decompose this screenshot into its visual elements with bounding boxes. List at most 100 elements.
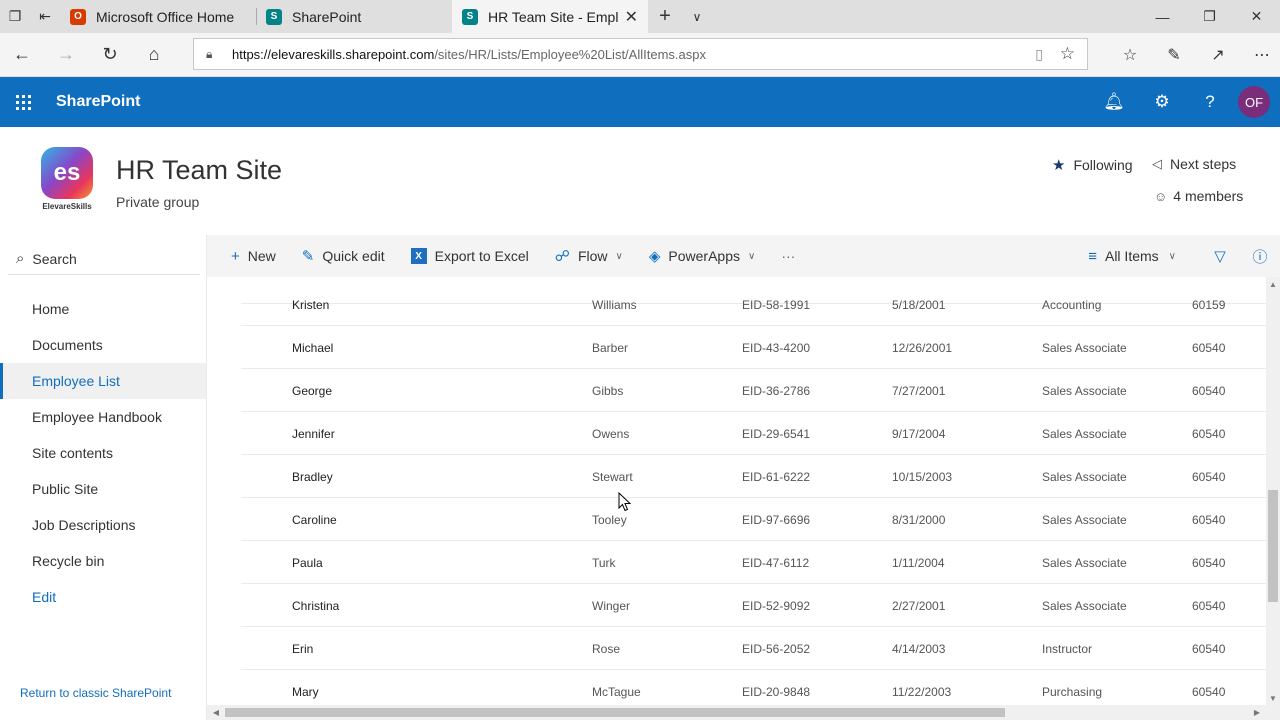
gear-icon[interactable]: ⚙	[1138, 92, 1186, 112]
nav-item-recycle-bin[interactable]: Recycle bin	[0, 543, 206, 579]
quick-edit-button[interactable]: ✎ Quick edit	[302, 247, 385, 265]
tab-sharepoint[interactable]: S SharePoint	[256, 0, 452, 33]
tab-office-home[interactable]: O Microsoft Office Home	[60, 0, 256, 33]
refresh-icon[interactable]: ↻	[88, 44, 132, 65]
table-row[interactable]: Kristen Williams EID-58-1991 5/18/2001 A…	[241, 283, 1266, 326]
help-icon[interactable]: ?	[1186, 92, 1234, 112]
tab-label: HR Team Site - Employe	[488, 8, 619, 25]
sharepoint-brand-link[interactable]: SharePoint	[56, 93, 140, 111]
close-window-icon[interactable]: ✕	[1233, 0, 1280, 33]
back-icon[interactable]: ←	[0, 44, 44, 65]
mouse-cursor-icon	[618, 492, 632, 512]
return-to-classic-link[interactable]: Return to classic SharePoint	[20, 686, 171, 700]
nav-item-public-site[interactable]: Public Site	[0, 471, 206, 507]
job-title-cell: Sales Associate	[1042, 512, 1127, 527]
following-button[interactable]: ★ Following	[1052, 156, 1133, 174]
browser-nav-bar: ← → ↻ ⌂ 🔒︎ https://elevareskills.sharepo…	[0, 33, 1280, 77]
app-launcher-icon[interactable]	[0, 77, 46, 127]
vertical-scrollbar[interactable]: ▲ ▼	[1266, 277, 1280, 705]
first-name-cell[interactable]: Kristen	[292, 283, 329, 326]
table-row[interactable]: Bradley Stewart EID-61-6222 10/15/2003 S…	[241, 455, 1266, 498]
hire-date-cell: 9/17/2004	[892, 426, 946, 441]
more-commands-button[interactable]: ···	[781, 248, 795, 264]
bell-icon[interactable]: 🔔︎	[1090, 92, 1138, 112]
hire-date-cell: 7/27/2001	[892, 383, 946, 398]
set-tabs-aside-icon[interactable]: ⇤	[30, 0, 60, 33]
export-to-excel-button[interactable]: X Export to Excel	[410, 248, 529, 264]
scroll-right-icon[interactable]: ▶	[1250, 705, 1264, 720]
flow-icon: ☍	[554, 248, 570, 265]
last-name-cell: Winger	[592, 598, 631, 613]
powerapps-button[interactable]: ◈ PowerApps ∨	[649, 247, 755, 265]
lock-icon: 🔒︎	[206, 46, 213, 61]
tab-preview-chevron-icon[interactable]: ∨	[682, 0, 712, 33]
next-steps-button[interactable]: ◁ Next steps	[1152, 156, 1236, 172]
reading-view-icon[interactable]: ▯	[1035, 46, 1043, 63]
powerapps-label: PowerApps	[668, 248, 740, 264]
tab-actions-icon[interactable]: ❐	[0, 0, 30, 33]
nav-edit-link[interactable]: Edit	[0, 579, 206, 615]
first-name-cell[interactable]: Paula	[292, 541, 323, 584]
members-button[interactable]: ☺ 4 members	[1154, 188, 1243, 204]
table-row[interactable]: George Gibbs EID-36-2786 7/27/2001 Sales…	[241, 369, 1266, 412]
favorites-icon[interactable]: ☆	[1108, 33, 1152, 77]
table-row[interactable]: Michael Barber EID-43-4200 12/26/2001 Sa…	[241, 326, 1266, 369]
star-icon: ★	[1052, 157, 1066, 174]
more-icon[interactable]: ⋯	[1240, 33, 1280, 77]
tab-hr-team-site[interactable]: S HR Team Site - Employe ✕	[452, 0, 648, 33]
nav-item-home[interactable]: Home	[0, 291, 206, 327]
new-tab-icon[interactable]: +	[648, 0, 682, 33]
first-name-cell[interactable]: Caroline	[292, 498, 337, 541]
first-name-cell[interactable]: George	[292, 369, 332, 412]
nav-item-documents[interactable]: Documents	[0, 327, 206, 363]
table-row[interactable]: Mary McTague EID-20-9848 11/22/2003 Purc…	[241, 670, 1266, 705]
home-icon[interactable]: ⌂	[132, 44, 176, 65]
employee-id-cell: EID-47-6112	[742, 555, 810, 570]
table-row[interactable]: Jennifer Owens EID-29-6541 9/17/2004 Sal…	[241, 412, 1266, 455]
table-row[interactable]: Caroline Tooley EID-97-6696 8/31/2000 Sa…	[241, 498, 1266, 541]
new-button[interactable]: + New	[231, 248, 276, 265]
table-row[interactable]: Christina Winger EID-52-9092 2/27/2001 S…	[241, 584, 1266, 627]
site-logo[interactable]: es ElevareSkills	[38, 147, 96, 213]
sharepoint-icon: S	[462, 8, 478, 25]
flow-button[interactable]: ☍ Flow ∨	[555, 247, 623, 265]
avatar[interactable]: OF	[1238, 86, 1270, 118]
job-title-cell: Purchasing	[1042, 684, 1103, 699]
horizontal-scroll-thumb[interactable]	[225, 708, 1005, 717]
flow-label: Flow	[577, 248, 608, 264]
first-name-cell[interactable]: Erin	[292, 627, 313, 670]
first-name-cell[interactable]: Christina	[292, 584, 339, 627]
view-selector[interactable]: ≡ All Items ∨	[1088, 248, 1176, 265]
forward-icon[interactable]: →	[44, 44, 88, 65]
first-name-cell[interactable]: Jennifer	[292, 412, 335, 455]
favorite-star-icon[interactable]: ☆	[1060, 44, 1075, 64]
scroll-down-icon[interactable]: ▼	[1266, 691, 1280, 705]
close-tab-icon[interactable]: ✕	[625, 7, 638, 27]
table-row[interactable]: Paula Turk EID-47-6112 1/11/2004 Sales A…	[241, 541, 1266, 584]
vertical-scroll-thumb[interactable]	[1268, 490, 1278, 602]
nav-item-employee-handbook[interactable]: Employee Handbook	[0, 399, 206, 435]
search-input[interactable]: ⌕ Search	[8, 243, 200, 275]
scroll-left-icon[interactable]: ◀	[209, 705, 223, 720]
restore-icon[interactable]: ❐	[1186, 0, 1233, 33]
nav-item-site-contents[interactable]: Site contents	[0, 435, 206, 471]
hire-date-cell: 1/11/2004	[892, 555, 945, 570]
first-name-cell[interactable]: Michael	[292, 326, 333, 369]
ellipsis-icon: ···	[781, 248, 796, 264]
table-row[interactable]: Erin Rose EID-56-2052 4/14/2003 Instruct…	[241, 627, 1266, 670]
site-title[interactable]: HR Team Site	[116, 155, 282, 186]
nav-item-employee-list[interactable]: Employee List	[0, 363, 206, 399]
pen-icon[interactable]: ✎	[1152, 33, 1196, 77]
employee-id-cell: EID-61-6222	[742, 469, 811, 484]
filter-icon[interactable]: ▽	[1200, 247, 1240, 265]
first-name-cell[interactable]: Bradley	[292, 455, 333, 498]
address-bar[interactable]: 🔒︎ https://elevareskills.sharepoint.com/…	[193, 38, 1088, 70]
minimize-icon[interactable]: —	[1139, 0, 1186, 33]
share-icon[interactable]: ↗	[1196, 33, 1240, 77]
info-icon[interactable]: ⓘ	[1240, 246, 1280, 267]
nav-item-job-descriptions[interactable]: Job Descriptions	[0, 507, 206, 543]
first-name-cell[interactable]: Mary	[292, 670, 319, 705]
scroll-up-icon[interactable]: ▲	[1266, 277, 1280, 291]
horizontal-scrollbar[interactable]: ◀ ▶	[207, 705, 1266, 720]
view-label: All Items	[1104, 248, 1159, 264]
